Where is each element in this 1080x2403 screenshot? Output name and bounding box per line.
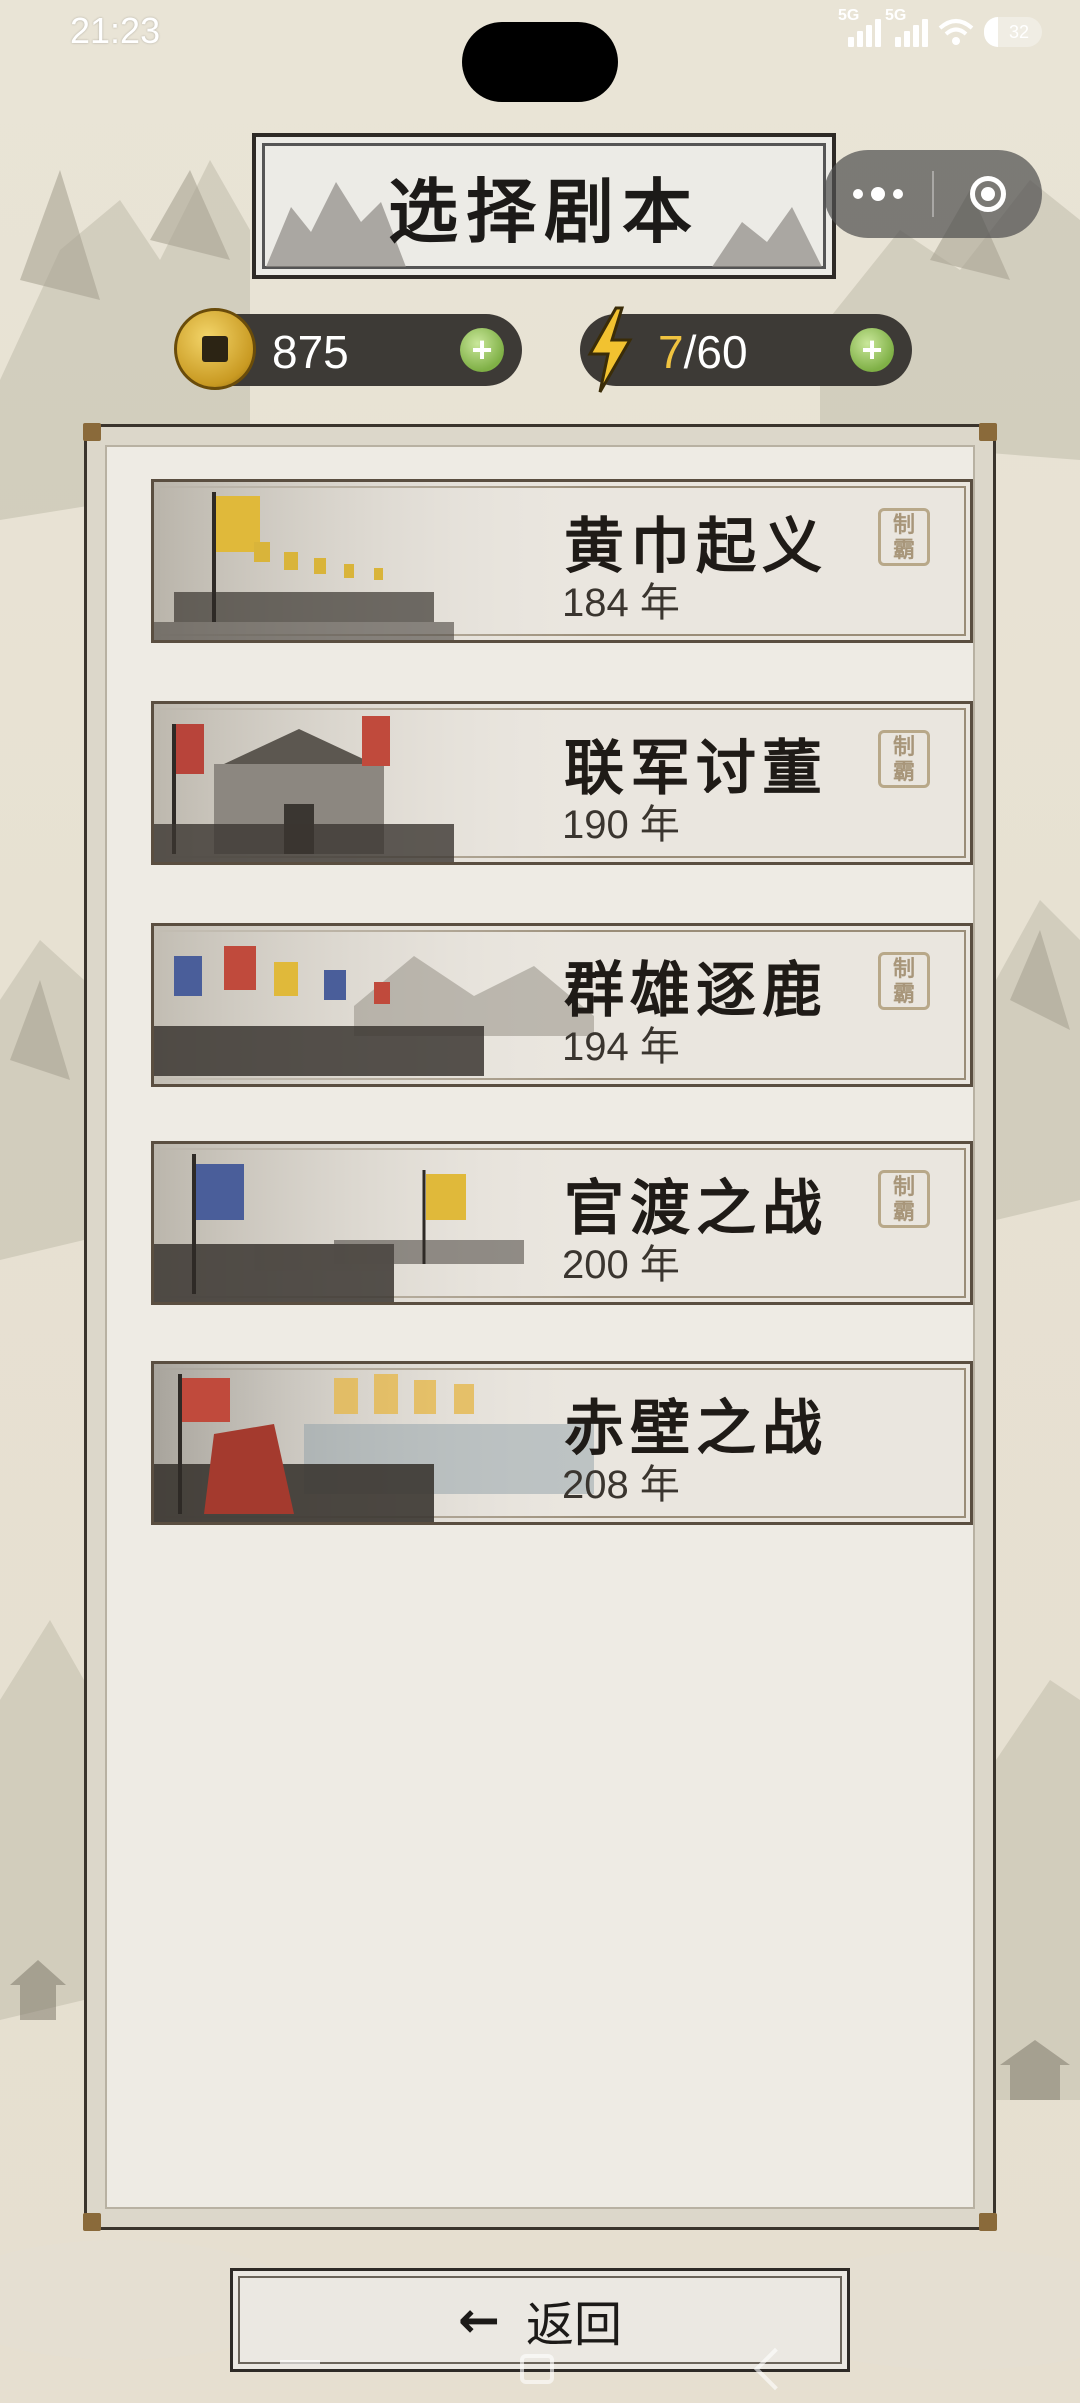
coin-counter: 875 +: [174, 308, 522, 390]
status-time: 21:23: [70, 10, 161, 51]
back-nav-icon[interactable]: [753, 2347, 797, 2391]
cavalry-march-image: [154, 926, 594, 1084]
conquered-seal-badge: 制霸: [878, 730, 930, 788]
scenario-card[interactable]: 群雄逐鹿 194 年 制霸: [151, 923, 973, 1087]
more-dots-icon[interactable]: [824, 150, 932, 238]
scenario-year: 190 年: [562, 803, 680, 847]
energy-value: 7/60: [658, 326, 748, 378]
coin-icon: [174, 308, 256, 390]
scenario-panel: 黄巾起义 184 年 制霸 联军讨董 190 年 制霸 群雄逐鹿 194 年 制…: [83, 423, 997, 2231]
menu-nav-icon[interactable]: [280, 2360, 320, 2364]
status-bar: 21:23 5G 5G 32: [0, 0, 1080, 102]
conquered-seal-badge: 制霸: [878, 1170, 930, 1228]
add-coins-button[interactable]: +: [460, 328, 504, 372]
signal-icon: 5G: [885, 7, 928, 47]
battery-icon: 32: [984, 17, 1042, 47]
scenario-card[interactable]: 官渡之战 200 年 制霸: [151, 1141, 973, 1305]
signal-icon: 5G: [838, 7, 881, 47]
coin-value: 875: [272, 326, 349, 378]
scenario-year: 208 年: [562, 1463, 680, 1507]
camera-notch: [462, 22, 618, 102]
scenario-card[interactable]: 赤壁之战 208 年: [151, 1361, 973, 1525]
target-close-icon[interactable]: [934, 150, 1042, 238]
lightning-icon: [587, 306, 633, 393]
scenario-year: 200 年: [562, 1243, 680, 1287]
city-gate-siege-image: [154, 704, 594, 862]
conquered-seal-badge: 制霸: [878, 952, 930, 1010]
title-plaque: 选择剧本: [252, 133, 836, 279]
back-label: 返回: [525, 2297, 622, 2353]
page-title: 选择剧本: [388, 169, 700, 253]
arrow-left-icon: ←: [458, 2291, 500, 2349]
scenario-card[interactable]: 联军讨董 190 年 制霸: [151, 701, 973, 865]
scenario-list: 黄巾起义 184 年 制霸 联军讨董 190 年 制霸 群雄逐鹿 194 年 制…: [105, 445, 975, 2209]
wifi-icon: [938, 19, 974, 45]
energy-counter: 7/60 +: [580, 306, 912, 393]
scenario-year: 194 年: [562, 1025, 680, 1069]
add-energy-button[interactable]: +: [850, 328, 894, 372]
home-nav-icon[interactable]: [520, 2354, 554, 2384]
guandu-battle-image: [154, 1144, 594, 1302]
red-cliffs-battle-image: [154, 1364, 594, 1522]
mountain-decoration-icon: [266, 182, 406, 267]
scenario-card[interactable]: 黄巾起义 184 年 制霸: [151, 479, 973, 643]
mountain-decoration-icon: [712, 207, 822, 267]
conquered-seal-badge: 制霸: [878, 508, 930, 566]
status-icons: 5G 5G 32: [838, 7, 1042, 52]
miniprogram-capsule: [824, 150, 1042, 238]
corner-ornament: [979, 423, 997, 441]
corner-ornament: [979, 2213, 997, 2231]
system-navigation-bar: [0, 2347, 1080, 2403]
corner-ornament: [83, 423, 101, 441]
yellow-turban-army-image: [154, 482, 594, 640]
corner-ornament: [83, 2213, 101, 2231]
scenario-year: 184 年: [562, 581, 680, 625]
